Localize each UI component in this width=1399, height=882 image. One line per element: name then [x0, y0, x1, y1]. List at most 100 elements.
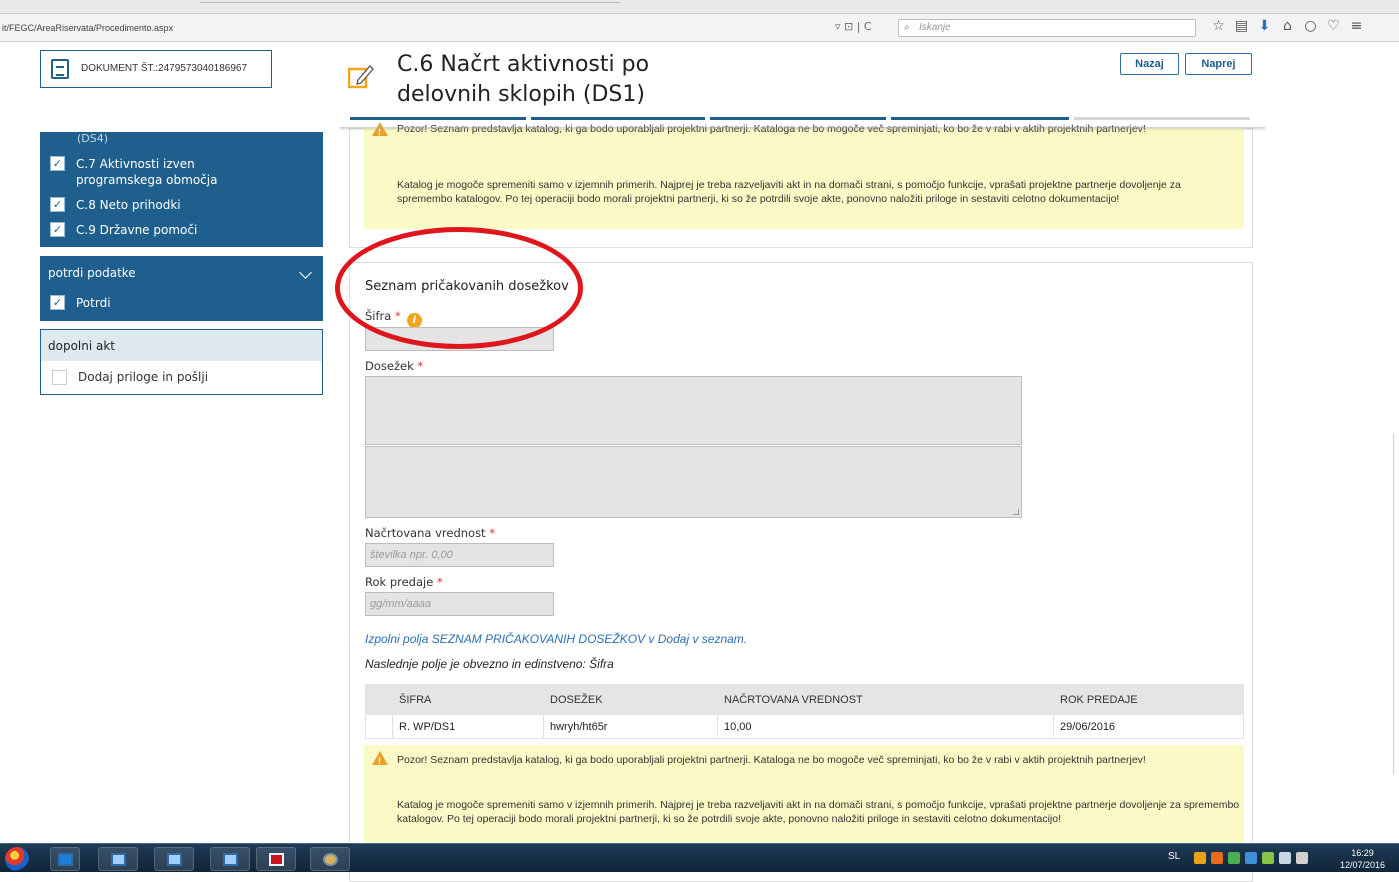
browser-search-input[interactable]: ⌕ Iskanje: [898, 19, 1196, 37]
chat-icon[interactable]: ○: [1299, 18, 1322, 34]
sidebar-item-c9[interactable]: ✓ C.9 Državne pomoči: [50, 222, 276, 238]
address-bar[interactable]: it/FEGC/AreaRiservata/Procedimento.aspx: [2, 23, 173, 33]
download-icon[interactable]: ⬇: [1253, 18, 1276, 34]
table-cell: 10,00: [717, 714, 1054, 739]
check-icon[interactable]: ✓: [50, 222, 65, 237]
sidebar-item-label: C.7 Aktivnosti izven programskega območj…: [76, 157, 218, 187]
check-icon[interactable]: ✓: [50, 295, 65, 310]
table-cell: 29/06/2016: [1053, 714, 1244, 739]
sidebar-item-label: C.8 Neto prihodki: [76, 198, 181, 212]
sidebar-item-c8[interactable]: ✓ C.8 Neto prihodki: [50, 197, 276, 213]
search-placeholder: Iskanje: [919, 22, 951, 33]
bookmark-star-icon[interactable]: ☆: [1207, 18, 1230, 34]
table-row[interactable]: R. WP/DS1 hwryh/ht65r 10,00 29/06/2016: [365, 714, 1244, 739]
annotation-circle: [335, 227, 583, 349]
table-header-row: ŠIFRA DOSEŽEK NAČRTOVANA VREDNOST ROK PR…: [365, 684, 1244, 715]
table-cell: R. WP/DS1: [392, 714, 544, 739]
address-bar-tools[interactable]: ▿ ⊡ | C: [835, 20, 872, 33]
instruction-link[interactable]: Izpolni polja SEZNAM PRIČAKOVANIH DOSEŽK…: [365, 632, 747, 646]
warning-icon: [372, 751, 388, 768]
checkbox[interactable]: [52, 370, 67, 385]
warning-text-2: Katalog je mogoče spremeniti samo v izje…: [397, 179, 1181, 205]
warning-box: Pozor! Seznam predstavlja katalog, ki ga…: [364, 122, 1244, 229]
document-number-box: DOKUMENT ŠT.:2479573040186967: [40, 50, 272, 88]
dosezek-textarea-1[interactable]: [365, 376, 1022, 445]
warning-box-bottom: Pozor! Seznam predstavlja katalog, ki ga…: [364, 745, 1244, 845]
sidebar-item-potrdi[interactable]: ✓ Potrdi: [50, 295, 276, 311]
progress-step-5: [1074, 117, 1250, 120]
rok-input[interactable]: gg/mm/aaaa: [365, 592, 554, 616]
clock-time: 16:29: [1351, 848, 1374, 858]
tray-icon[interactable]: [1211, 852, 1223, 864]
tray-icon[interactable]: [1245, 852, 1257, 864]
taskbar-app-acrobat[interactable]: [256, 847, 296, 871]
vrednost-label: Načrtovana vrednost *: [365, 526, 495, 540]
sidebar-section-list: (DS4) ✓ C.7 Aktivnosti izven programskeg…: [40, 132, 323, 247]
language-indicator[interactable]: SL: [1168, 851, 1180, 862]
next-button[interactable]: Naprej: [1185, 53, 1252, 75]
table-header: [365, 684, 393, 715]
tray-icons: [1194, 852, 1308, 864]
taskbar-app-window-3[interactable]: [210, 847, 250, 871]
network-icon[interactable]: [1279, 852, 1291, 864]
search-icon: ⌕: [904, 22, 910, 33]
browser-toolbar: it/FEGC/AreaRiservata/Procedimento.aspx …: [0, 0, 1399, 42]
warning-text-2: Katalog je mogoče spremeniti samo v izje…: [397, 799, 1240, 825]
achievements-table: ŠIFRA DOSEŽEK NAČRTOVANA VREDNOST ROK PR…: [365, 684, 1244, 739]
confirm-header[interactable]: potrdi podatke: [48, 266, 136, 280]
browser-toolbar-icons: ☆ ▤ ⬇ ⌂ ○ ♡ ≡: [1207, 18, 1368, 34]
document-icon: [51, 59, 69, 79]
taskbar-app-paint[interactable]: [310, 847, 350, 871]
tray-icon[interactable]: [1194, 852, 1206, 864]
sidebar-item-label: Potrdi: [76, 296, 111, 310]
sidebar-item-attachments[interactable]: Dodaj priloge in pošlji: [52, 370, 208, 385]
dosezek-label: Dosežek *: [365, 359, 424, 373]
check-icon[interactable]: ✓: [50, 197, 65, 212]
table-header[interactable]: DOSEŽEK: [543, 684, 718, 715]
sidebar-item-cut: (DS4): [77, 132, 109, 145]
table-header[interactable]: NAČRTOVANA VREDNOST: [717, 684, 1054, 715]
menu-icon[interactable]: ≡: [1345, 18, 1368, 34]
sidebar-confirm-section: potrdi podatke ✓ Potrdi: [40, 256, 323, 321]
clock-date: 12/07/2016: [1340, 860, 1386, 870]
check-icon[interactable]: ✓: [50, 156, 65, 171]
tray-icon[interactable]: [1262, 852, 1274, 864]
back-button[interactable]: Nazaj: [1120, 53, 1179, 75]
page-title: C.6 Načrt aktivnosti po delovnih sklopih…: [397, 52, 650, 107]
dosezek-textarea-2[interactable]: [365, 446, 1022, 518]
sidebar-item-label: Dodaj priloge in pošlji: [78, 370, 209, 384]
mandatory-note: Naslednje polje je obvezno in edinstveno…: [365, 657, 614, 671]
extra-header[interactable]: dopolni akt: [41, 330, 322, 361]
taskbar-app-window-2[interactable]: [154, 847, 194, 871]
volume-icon[interactable]: [1296, 852, 1308, 864]
rok-label: Rok predaje *: [365, 575, 443, 589]
header-shadow: [340, 127, 1265, 131]
edit-icon: [348, 65, 374, 89]
table-cell: hwryh/ht65r: [543, 714, 718, 739]
progress-step-2: [531, 117, 705, 120]
taskbar: SL 16:29 12/07/2016: [0, 843, 1399, 872]
taskbar-app-window-1[interactable]: [98, 847, 138, 871]
progress-step-1: [350, 117, 526, 120]
progress-step-4: [891, 117, 1069, 120]
tab-strip: [0, 0, 1399, 14]
pocket-icon[interactable]: ♡: [1322, 18, 1345, 34]
table-header[interactable]: ŠIFRA: [392, 684, 544, 715]
reading-list-icon[interactable]: ▤: [1230, 18, 1253, 34]
start-button[interactable]: [5, 847, 29, 871]
document-number: DOKUMENT ŠT.:2479573040186967: [81, 63, 248, 74]
table-header[interactable]: ROK PREDAJE: [1053, 684, 1244, 715]
chevron-down-icon[interactable]: [299, 266, 312, 279]
clock[interactable]: 16:29 12/07/2016: [1340, 847, 1385, 871]
warning-text-1: Pozor! Seznam predstavlja katalog, ki ga…: [397, 754, 1146, 766]
sidebar-extra-section: dopolni akt Dodaj priloge in pošlji: [40, 329, 323, 395]
sidebar-item-c7[interactable]: ✓ C.7 Aktivnosti izven programskega obmo…: [50, 156, 276, 188]
sidebar-item-label: C.9 Državne pomoči: [76, 223, 198, 237]
table-cell: [365, 714, 393, 739]
taskbar-app-outlook[interactable]: [50, 847, 80, 871]
home-icon[interactable]: ⌂: [1276, 18, 1299, 34]
vrednost-input[interactable]: številka npr. 0,00: [365, 543, 554, 567]
scrollbar[interactable]: [1393, 434, 1399, 774]
progress-step-3: [710, 117, 886, 120]
tray-icon[interactable]: [1228, 852, 1240, 864]
